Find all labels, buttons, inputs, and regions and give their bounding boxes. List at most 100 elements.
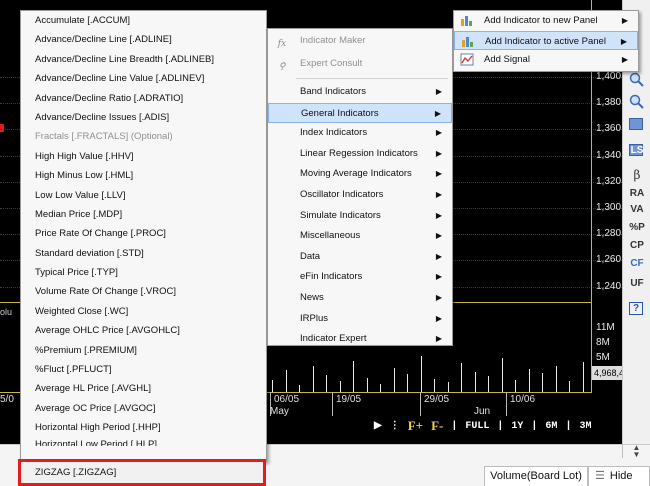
indicator-item[interactable]: Advance/Decline Line [.ADLINE] — [21, 30, 266, 49]
hide-label: Hide — [609, 470, 633, 482]
toolbar-tool-0[interactable]: LS — [623, 145, 650, 156]
volume-panel-tab[interactable]: Volume(Board Lot) — [484, 466, 588, 486]
add-signal-item[interactable]: Add Signal ▶ — [454, 50, 638, 70]
indicator-item[interactable]: Advance/Decline Line Breadth [.ADLINEB] — [21, 50, 266, 69]
zoom-out-icon[interactable] — [629, 94, 645, 110]
category-item[interactable]: Simulate Indicators ▶ — [268, 206, 452, 227]
zoom-out-button[interactable]: F- — [427, 418, 447, 434]
price-tick-label: 1,260 — [596, 254, 622, 266]
add-to-active-panel-label: Add Indicator to active Panel — [485, 35, 606, 47]
expert-consult-item[interactable]: ⚲ Expert Consult — [268, 52, 452, 75]
submenu-arrow-icon: ▶ — [435, 334, 442, 344]
toolbar-tool-7[interactable]: UF — [623, 278, 650, 289]
indicator-item[interactable]: Average HL Price [.AVGHL] — [21, 379, 266, 398]
zoom-in-button[interactable]: F+ — [404, 418, 427, 434]
category-item[interactable]: General Indicators ▶ — [268, 102, 452, 124]
category-item[interactable]: eFin Indicators ▶ — [268, 267, 452, 288]
range-button[interactable]: 3M — [575, 421, 595, 432]
panel-target-menu: Add Indicator to new Panel ▶ Add Indicato… — [453, 10, 639, 72]
indicator-item[interactable]: High High Value [.HHV] — [21, 147, 266, 166]
indicator-item[interactable]: Standard deviation [.STD] — [21, 244, 266, 263]
indicator-item[interactable]: Fractals [.FRACTALS] (Optional) — [21, 127, 266, 146]
selected-indicator-zigzag[interactable]: ZIGZAG [.ZIGZAG] — [18, 459, 266, 486]
add-to-new-panel-item[interactable]: Add Indicator to new Panel ▶ — [454, 11, 638, 31]
volume-bar — [407, 374, 408, 392]
volume-bar — [447, 382, 449, 392]
indicator-item[interactable]: Price Rate Of Change [.PROC] — [21, 224, 266, 243]
submenu-arrow-icon: ▶ — [435, 169, 442, 179]
indicator-item[interactable]: Horizontal High Period [.HHP] — [21, 418, 266, 437]
indicator-item[interactable]: Weighted Close [.WC] — [21, 302, 266, 321]
range-sep: ⋮ — [389, 421, 400, 432]
price-marker — [0, 124, 4, 132]
category-item[interactable]: Indicator Expert ▶ — [268, 329, 452, 350]
volume-bar — [339, 381, 341, 392]
expert-consult-label: Expert Consult — [300, 58, 363, 69]
volume-bar — [272, 380, 273, 392]
indicator-maker-item[interactable]: fx Indicator Maker — [268, 29, 452, 52]
toolbar-tool-5[interactable]: CP — [623, 240, 650, 251]
category-label: Indicator Expert — [300, 333, 367, 345]
submenu-arrow-icon: ▶ — [435, 313, 442, 323]
date-tick-label: 10/06 — [510, 394, 536, 405]
price-tick-label: 1,280 — [596, 228, 622, 240]
volume-bar — [434, 378, 435, 392]
add-to-active-panel-item[interactable]: Add Indicator to active Panel ▶ — [454, 30, 638, 50]
indicator-item[interactable]: Horizontal Low Period [.HLP] — [21, 438, 266, 446]
volume-tick-label: 5M — [596, 352, 610, 363]
indicator-item[interactable]: Average OC Price [.AVGOC] — [21, 399, 266, 418]
indicator-item[interactable]: Average OHLC Price [.AVGOHLC] — [21, 321, 266, 340]
toolbar-tool-3[interactable]: VA — [623, 204, 650, 215]
range-separator: | — [565, 420, 572, 432]
indicator-item[interactable]: Typical Price [.TYP] — [21, 263, 266, 282]
toolbar-tool-4[interactable]: %P — [623, 222, 650, 233]
range-separator: | — [497, 420, 504, 432]
range-button[interactable]: 6M — [541, 421, 561, 432]
range-button[interactable]: FULL — [461, 421, 493, 432]
submenu-arrow-icon: ▶ — [435, 128, 442, 138]
category-item[interactable]: News ▶ — [268, 288, 452, 309]
category-item[interactable]: Index Indicators ▶ — [268, 123, 452, 144]
zoom-in-icon[interactable] — [629, 72, 645, 88]
submenu-arrow-icon: ▶ — [435, 148, 442, 158]
category-item[interactable]: Oscillator Indicators ▶ — [268, 185, 452, 206]
volume-bar — [326, 375, 327, 392]
category-item[interactable]: Miscellaneous ▶ — [268, 226, 452, 247]
indicator-item[interactable]: Low Low Value [.LLV] — [21, 186, 266, 205]
indicator-item[interactable]: Accumulate [.ACCUM] — [21, 11, 266, 30]
active-panel-icon — [462, 36, 473, 47]
category-item[interactable]: Band Indicators ▶ — [268, 82, 452, 103]
category-item[interactable]: Data ▶ — [268, 247, 452, 268]
panel-scroll-arrows[interactable]: ▲ ▼ — [622, 444, 650, 459]
indicator-item[interactable]: %Fluct [.PFLUCT] — [21, 360, 266, 379]
indicator-item[interactable]: Median Price [.MDP] — [21, 205, 266, 224]
chart-window-icon[interactable] — [629, 118, 643, 130]
category-item[interactable]: Linear Regession Indicators ▶ — [268, 144, 452, 165]
hide-button[interactable]: ☰ Hide — [588, 466, 650, 486]
range-separator: | — [451, 420, 458, 432]
range-button[interactable]: 1Y — [507, 421, 527, 432]
price-tick-label: 1,380 — [596, 97, 622, 109]
indicator-item[interactable]: Advance/Decline Issues [.ADIS] — [21, 108, 266, 127]
category-label: News — [300, 291, 324, 303]
price-tick-label: 1,340 — [596, 149, 622, 161]
indicator-item[interactable]: Volume Rate Of Change [.VROC] — [21, 282, 266, 301]
indicator-item[interactable]: Advance/Decline Line Value [.ADLINEV] — [21, 69, 266, 88]
category-item[interactable]: Moving Average Indicators ▶ — [268, 164, 452, 185]
category-label: eFin Indicators — [300, 271, 363, 283]
indicator-item[interactable]: %Premium [.PREMIUM] — [21, 341, 266, 360]
menu-separator — [296, 78, 448, 79]
indicator-item[interactable]: High Minus Low [.HML] — [21, 166, 266, 185]
toolbar-tool-2[interactable]: RA — [623, 188, 650, 199]
toolbar-tool-1[interactable]: β — [623, 168, 650, 182]
date-separator — [420, 392, 421, 416]
toolbar-tool-6[interactable]: CF — [623, 258, 650, 269]
submenu-arrow-icon: ▶ — [620, 36, 627, 46]
volume-bar — [582, 362, 584, 392]
date-tick-label: 06/05 — [274, 394, 300, 405]
consult-icon: ⚲ — [278, 62, 286, 72]
indicator-item[interactable]: Advance/Decline Ratio [.ADRATIO] — [21, 89, 266, 108]
category-item[interactable]: IRPlus ▶ — [268, 309, 452, 330]
toolbar-tool-8[interactable]: ? — [629, 302, 643, 315]
range-play-icon[interactable]: ▶ — [370, 420, 386, 432]
